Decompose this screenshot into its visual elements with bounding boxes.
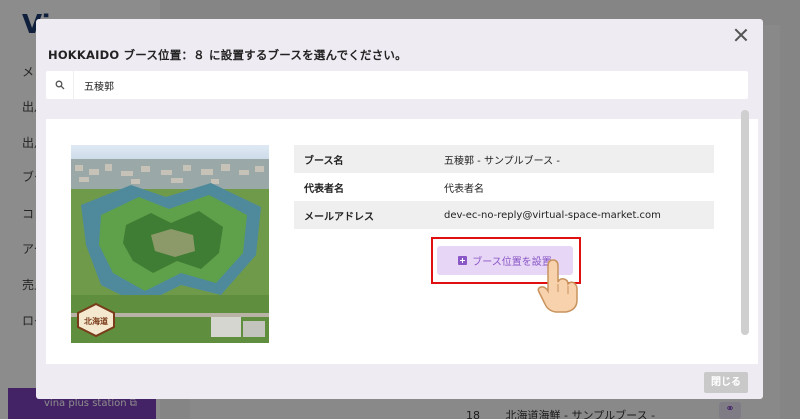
scrollbar[interactable] (741, 110, 749, 335)
booth-info-table: ブース名 五稜郭 - サンプルブース - 代表者名 代表者名 メールアドレス d… (294, 145, 714, 229)
booth-image: 北海道 (71, 145, 269, 343)
info-row: 代表者名 代表者名 (294, 173, 714, 201)
search-icon (46, 71, 74, 99)
info-label: 代表者名 (304, 183, 344, 195)
info-value: 代表者名 (444, 183, 484, 195)
info-label: ブース名 (304, 155, 344, 167)
close-button[interactable]: 閉じる (704, 372, 748, 393)
hand-pointer-icon (536, 258, 580, 314)
info-row: メールアドレス dev-ec-no-reply@virtual-space-ma… (294, 201, 714, 229)
search-bar (46, 71, 748, 99)
modal-title: HOKKAIDO ブース位置：８ に設置するブースを選んでください。 (48, 48, 407, 62)
info-label: メールアドレス (304, 211, 374, 223)
scrollbar-thumb[interactable] (741, 110, 749, 335)
close-icon[interactable] (733, 27, 749, 43)
info-value: dev-ec-no-reply@virtual-space-market.com (444, 209, 661, 221)
badge-text: 北海道 (84, 316, 108, 326)
info-row: ブース名 五稜郭 - サンプルブース - (294, 145, 714, 173)
search-input[interactable] (84, 71, 734, 99)
hokkaido-badge: 北海道 (77, 302, 115, 338)
info-value: 五稜郭 - サンプルブース - (444, 155, 560, 167)
